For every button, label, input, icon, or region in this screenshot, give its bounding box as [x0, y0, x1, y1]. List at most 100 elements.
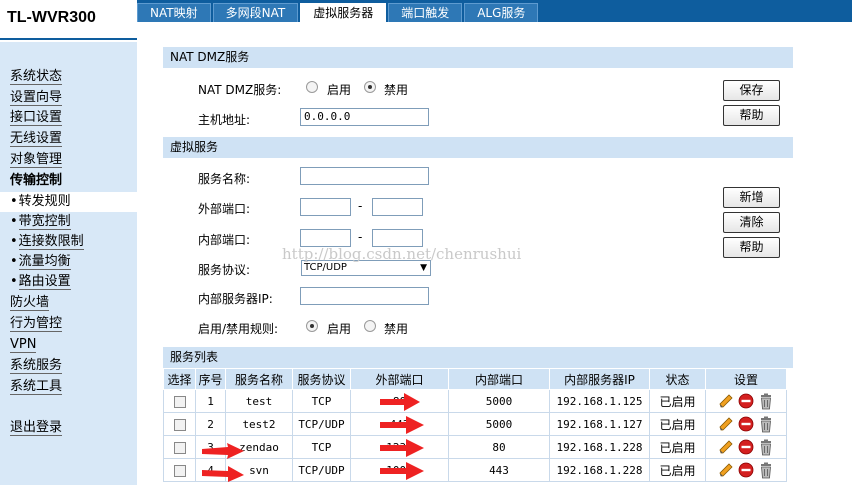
annotation-arrow	[380, 416, 424, 434]
row-protocol-cell: TCP/UDP	[292, 412, 351, 436]
rule-enable-radio[interactable]	[306, 320, 318, 332]
virtual-help-button[interactable]: 帮助	[723, 237, 780, 258]
sidebar-item-system-tools[interactable]: 系统工具	[0, 377, 137, 397]
dmz-help-button[interactable]: 帮助	[723, 105, 780, 126]
dmz-disable-label: 禁用	[384, 83, 409, 97]
sidebar-item-interface[interactable]: 接口设置	[0, 108, 137, 128]
sidebar-item-label: 路由设置	[18, 274, 71, 290]
col-header-protocol: 服务协议	[292, 368, 351, 390]
service-name-input[interactable]	[300, 167, 429, 185]
dmz-host-input[interactable]: 0.0.0.0	[300, 108, 429, 126]
row-ip-cell: 192.168.1.125	[549, 389, 650, 413]
row-status-cell: 已启用	[649, 389, 706, 413]
sidebar-item-forward-rules[interactable]: •转发规则	[0, 192, 137, 212]
trash-icon[interactable]	[758, 462, 774, 479]
edit-icon[interactable]	[718, 393, 734, 409]
row-checkbox[interactable]	[173, 418, 186, 431]
row-ip-cell: 192.168.1.127	[549, 412, 650, 436]
tab-virtual-server[interactable]: 虚拟服务器	[300, 3, 387, 22]
table-row: 1testTCP805000192.168.1.125已启用	[163, 389, 787, 413]
tab-nat-mapping[interactable]: NAT映射	[137, 3, 211, 22]
annotation-arrow	[380, 439, 424, 457]
sidebar-item-label: 无线设置	[10, 131, 63, 147]
save-button[interactable]: 保存	[723, 80, 780, 101]
ext-port-start-input[interactable]	[300, 198, 351, 216]
sidebar: 系统状态 设置向导 接口设置 无线设置 对象管理 传输控制 •转发规则 •带宽控…	[0, 42, 137, 485]
tab-bar: NAT映射 多网段NAT 虚拟服务器 端口触发 ALG服务	[137, 3, 540, 22]
row-select-cell	[163, 389, 196, 413]
sidebar-item-load-balance[interactable]: •流量均衡	[0, 252, 137, 272]
sidebar-item-label: 退出登录	[10, 420, 63, 436]
table-row: 3zendaoTCP123480192.168.1.228已启用	[163, 435, 787, 459]
chevron-down-icon: ▼	[420, 263, 427, 273]
tab-multi-segment-nat[interactable]: 多网段NAT	[212, 3, 299, 22]
service-table: 选择 序号 服务名称 服务协议 外部端口 内部端口 内部服务器IP 状态 设置 …	[163, 368, 787, 482]
trash-icon[interactable]	[758, 439, 774, 456]
sidebar-item-logout[interactable]: 退出登录	[0, 418, 137, 438]
annotation-arrow	[380, 462, 424, 480]
rule-disable-radio[interactable]	[364, 320, 376, 332]
sidebar-item-transport-control[interactable]: 传输控制	[0, 171, 137, 191]
dmz-section-header: NAT DMZ服务	[163, 47, 793, 68]
sidebar-item-conn-limit[interactable]: •连接数限制	[0, 232, 137, 252]
server-ip-input[interactable]	[300, 287, 429, 305]
edit-icon[interactable]	[718, 416, 734, 432]
sidebar-item-routing[interactable]: •路由设置	[0, 272, 137, 292]
sidebar-item-label: 流量均衡	[18, 254, 71, 270]
row-name-cell: test	[225, 389, 293, 413]
sidebar-item-label: 系统工具	[10, 379, 63, 395]
clear-button[interactable]: 清除	[723, 212, 780, 233]
edit-icon[interactable]	[718, 462, 734, 478]
sidebar-item-system-status[interactable]: 系统状态	[0, 67, 137, 87]
ext-port-dash: -	[358, 199, 363, 213]
col-header-settings: 设置	[705, 368, 787, 390]
row-actions-cell	[705, 458, 787, 482]
sidebar-item-label: 连接数限制	[18, 234, 84, 250]
sidebar-item-setup-wizard[interactable]: 设置向导	[0, 88, 137, 108]
row-checkbox[interactable]	[173, 441, 186, 454]
sidebar-item-system-services[interactable]: 系统服务	[0, 356, 137, 376]
row-actions-cell	[705, 412, 787, 436]
row-status-cell: 已启用	[649, 435, 706, 459]
trash-icon[interactable]	[758, 416, 774, 433]
row-index-cell: 2	[195, 412, 226, 436]
trash-icon[interactable]	[758, 393, 774, 410]
delete-icon[interactable]	[738, 393, 754, 409]
bullet-icon: •	[10, 194, 18, 209]
tab-alg-service[interactable]: ALG服务	[464, 3, 539, 22]
row-checkbox[interactable]	[173, 395, 186, 408]
service-list-header: 服务列表	[163, 347, 793, 368]
tab-port-trigger[interactable]: 端口触发	[388, 3, 463, 22]
bullet-icon: •	[10, 214, 18, 229]
table-header-row: 选择 序号 服务名称 服务协议 外部端口 内部端口 内部服务器IP 状态 设置	[163, 368, 787, 390]
protocol-label: 服务协议:	[198, 263, 251, 277]
row-int-port-cell: 80	[448, 435, 550, 459]
edit-icon[interactable]	[718, 439, 734, 455]
ext-port-label: 外部端口:	[198, 202, 251, 216]
delete-icon[interactable]	[738, 416, 754, 432]
delete-icon[interactable]	[738, 439, 754, 455]
ext-port-end-input[interactable]	[372, 198, 423, 216]
row-status-cell: 已启用	[649, 458, 706, 482]
delete-icon[interactable]	[738, 462, 754, 478]
protocol-select-value: TCP/UDP	[304, 262, 347, 273]
sidebar-item-object-mgmt[interactable]: 对象管理	[0, 150, 137, 170]
row-ip-cell: 192.168.1.228	[549, 458, 650, 482]
sidebar-item-label: 系统服务	[10, 358, 63, 374]
col-header-index: 序号	[195, 368, 226, 390]
col-header-status: 状态	[649, 368, 706, 390]
sidebar-item-wireless[interactable]: 无线设置	[0, 129, 137, 149]
dmz-disable-radio[interactable]	[364, 81, 376, 93]
row-index-cell: 1	[195, 389, 226, 413]
int-port-label: 内部端口:	[198, 233, 251, 247]
row-checkbox[interactable]	[173, 464, 186, 477]
row-select-cell	[163, 412, 196, 436]
sidebar-item-behavior[interactable]: 行为管控	[0, 314, 137, 334]
dmz-enable-radio[interactable]	[306, 81, 318, 93]
sidebar-item-bandwidth[interactable]: •带宽控制	[0, 212, 137, 232]
sidebar-item-vpn[interactable]: VPN	[0, 335, 137, 355]
sidebar-item-firewall[interactable]: 防火墙	[0, 293, 137, 313]
add-button[interactable]: 新增	[723, 187, 780, 208]
row-name-cell: test2	[225, 412, 293, 436]
sidebar-item-label: 系统状态	[10, 69, 63, 85]
